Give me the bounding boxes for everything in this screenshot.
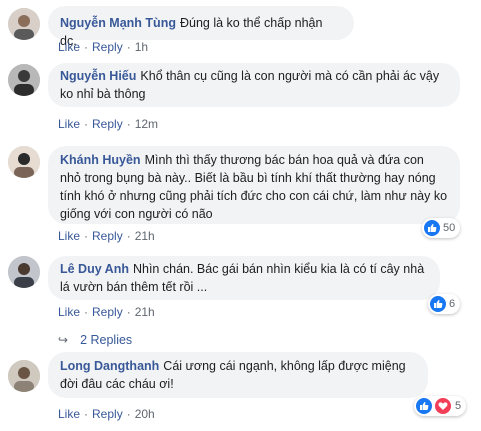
separator-dot: ·: [126, 40, 131, 54]
like-link[interactable]: Like: [58, 305, 80, 319]
comment-author[interactable]: Long Dangthanh: [60, 359, 159, 373]
thumbs-up-icon: [416, 398, 432, 414]
comment-actions: Like · Reply · 21h: [58, 229, 155, 243]
comment-bubble: Khánh Huyền Mình thì thấy thương bác bán …: [48, 146, 460, 224]
reactions-badge[interactable]: 5: [414, 396, 467, 416]
avatar[interactable]: [8, 360, 40, 392]
reply-link[interactable]: Reply: [92, 40, 123, 54]
reactions-badge[interactable]: 50: [422, 218, 461, 238]
separator-dot: ·: [84, 305, 89, 319]
replies-label: 2 Replies: [80, 333, 133, 347]
reply-arrow-icon: ↪: [58, 333, 69, 347]
avatar[interactable]: [8, 256, 40, 288]
separator-dot: ·: [84, 407, 89, 421]
heart-icon: [435, 398, 451, 414]
comment-actions: Like · Reply · 21h: [58, 305, 155, 319]
avatar[interactable]: [8, 64, 40, 96]
separator-dot: ·: [126, 229, 131, 243]
like-link[interactable]: Like: [58, 229, 80, 243]
separator-dot: ·: [84, 229, 89, 243]
reaction-count: 6: [449, 298, 456, 310]
comment-time[interactable]: 21h: [135, 305, 155, 319]
thumbs-up-icon: [424, 220, 440, 236]
like-link[interactable]: Like: [58, 407, 80, 421]
comment-time[interactable]: 20h: [135, 407, 155, 421]
separator-dot: ·: [84, 117, 89, 131]
comment-bubble: Long Dangthanh Cái ương cái ngạnh, không …: [48, 352, 428, 398]
comment-author[interactable]: Khánh Huyền: [60, 153, 141, 167]
comment-bubble: Nguyễn Mạnh Tùng Đúng là ko thể chấp nhận…: [48, 6, 354, 48]
comment-bubble: Nguyễn Hiếu Khổ thân cụ cũng là con người…: [48, 63, 460, 107]
avatar[interactable]: [8, 8, 40, 40]
comment-actions: Like · Reply · 20h: [58, 407, 155, 421]
comment-actions: Like · Reply · 1h: [58, 40, 148, 54]
like-link[interactable]: Like: [58, 40, 80, 54]
reply-link[interactable]: Reply: [92, 229, 123, 243]
reaction-count: 5: [455, 400, 462, 412]
comment-time[interactable]: 21h: [135, 229, 155, 243]
comment-author[interactable]: Nguyễn Mạnh Tùng: [60, 16, 176, 30]
view-replies-link[interactable]: ↪ 2 Replies: [58, 333, 132, 347]
comment-author[interactable]: Lê Duy Anh: [60, 262, 129, 276]
like-link[interactable]: Like: [58, 117, 80, 131]
comment-time[interactable]: 1h: [135, 40, 148, 54]
comment-time[interactable]: 12m: [135, 117, 158, 131]
reaction-count: 50: [443, 222, 456, 234]
avatar[interactable]: [8, 146, 40, 178]
comment-actions: Like · Reply · 12m: [58, 117, 158, 131]
reply-link[interactable]: Reply: [92, 117, 123, 131]
separator-dot: ·: [126, 407, 131, 421]
comment-author[interactable]: Nguyễn Hiếu: [60, 69, 136, 83]
reply-link[interactable]: Reply: [92, 407, 123, 421]
reply-link[interactable]: Reply: [92, 305, 123, 319]
reactions-badge[interactable]: 6: [428, 294, 461, 314]
thumbs-up-icon: [430, 296, 446, 312]
comment-bubble: Lê Duy Anh Nhìn chán. Bác gái bán nhìn ki…: [48, 256, 440, 300]
separator-dot: ·: [84, 40, 89, 54]
separator-dot: ·: [126, 305, 131, 319]
separator-dot: ·: [126, 117, 131, 131]
